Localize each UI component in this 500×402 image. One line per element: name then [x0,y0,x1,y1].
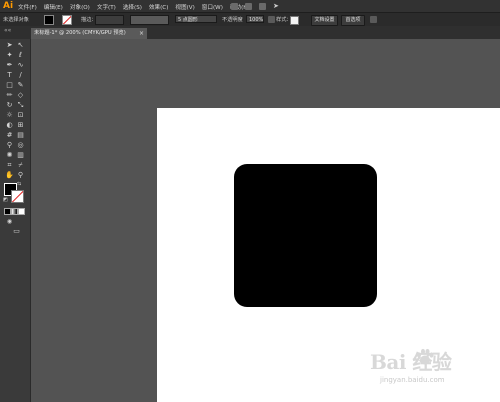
free-transform-tool-icon[interactable]: ⊡ [16,111,25,120]
gradient-mode-icon[interactable] [11,208,18,215]
align-icon[interactable] [370,16,377,23]
rectangle-tool-icon[interactable]: □ [5,81,14,90]
zoom-tool-icon[interactable]: ⚲ [16,171,25,180]
perspective-grid-tool-icon[interactable]: ⊞ [16,121,25,130]
menu-file[interactable]: 文件(F) [18,3,37,11]
opacity-field[interactable]: 100% [246,15,264,23]
column-graph-tool-icon[interactable]: ▥ [16,151,25,160]
rounded-rectangle-shape[interactable] [234,164,377,307]
scale-tool-icon[interactable]: ⤡ [16,101,25,110]
eyedropper-tool-icon[interactable]: ⚲ [5,141,14,150]
warp-tool-icon[interactable]: ☼ [5,111,14,120]
swap-fill-stroke-icon[interactable]: ⇆ [17,181,21,187]
type-tool-icon[interactable]: T [5,71,14,80]
paw-logo [417,348,434,365]
fill-color-swatch[interactable] [44,15,54,25]
color-mode-icon[interactable] [4,208,11,215]
document-setup-button[interactable]: 文档设置 [311,15,338,26]
grid-icon[interactable] [259,2,266,10]
menu-bar: Ai 文件(F) 编辑(E) 对象(O) 文字(T) 选择(S) 效果(C) 视… [0,0,500,12]
watermark: Bai 经验 jingyan.baidu.com [370,346,495,396]
draw-normal-icon[interactable]: ◉ [5,217,14,226]
selection-tool-icon[interactable]: ➤ [5,41,14,50]
pencil-tool-icon[interactable]: ✏ [5,91,14,100]
watermark-text: Bai 经验 [370,350,452,374]
bridge-icon[interactable] [231,2,238,10]
menu-view[interactable]: 视图(V) [175,3,194,11]
menu-edit[interactable]: 编辑(E) [44,3,63,11]
symbol-sprayer-tool-icon[interactable]: ✺ [5,151,14,160]
document-tab-row: «« 未标题-1* @ 200% (CMYK/GPU 预览) × [0,26,500,39]
direct-selection-tool-icon[interactable]: ↖ [16,41,25,50]
artboard-tool-icon[interactable]: ⌗ [5,161,14,170]
blend-tool-icon[interactable]: ◎ [16,141,25,150]
mesh-tool-icon[interactable]: # [5,131,14,140]
none-mode-icon[interactable] [18,208,25,215]
app-logo: Ai [3,1,14,11]
lasso-tool-icon[interactable]: ℓ [16,51,25,60]
rotate-tool-icon[interactable]: ↻ [5,101,14,110]
collapse-panels-icon[interactable]: «« [4,27,11,34]
arrange-documents-icon[interactable] [245,2,252,10]
variable-width-profile[interactable] [130,15,169,25]
tools-panel: ➤ ↖ ✦ ℓ ✒ ∿ T / □ ✎ ✏ ◇ ↻ ⤡ ☼ ⊡ ◐ ⊞ # ▤ … [0,39,31,402]
magic-wand-tool-icon[interactable]: ✦ [5,51,14,60]
screen-mode-icon[interactable]: ▭ [12,227,21,236]
menu-items: 文件(F) 编辑(E) 对象(O) 文字(T) 选择(S) 效果(C) 视图(V… [18,3,250,11]
close-icon[interactable]: × [139,28,144,39]
opacity-arrow-icon[interactable] [268,16,275,23]
stroke-weight-field[interactable] [95,15,124,25]
menu-select[interactable]: 选择(S) [123,3,142,11]
default-colors-icon[interactable]: ◩ [3,197,8,203]
curvature-tool-icon[interactable]: ∿ [16,61,25,70]
control-bar: 未选择对象 描边： 5 点圆形 不透明度 100% 样式： 文档设置 首选项 [0,12,500,27]
eraser-tool-icon[interactable]: ◇ [16,91,25,100]
graphic-style-swatch[interactable] [290,16,299,25]
stroke-color-swatch[interactable] [62,15,72,25]
opacity-label: 不透明度 [222,17,243,23]
document-tab-title: 未标题-1* @ 200% (CMYK/GPU 预览) [34,30,126,36]
menu-extras: ➤ [231,2,279,10]
slice-tool-icon[interactable]: ⌿ [16,161,25,170]
shape-builder-tool-icon[interactable]: ◐ [5,121,14,130]
selection-status: 未选择对象 [3,17,29,23]
menu-type[interactable]: 文字(T) [97,3,116,11]
preferences-button[interactable]: 首选项 [341,15,365,26]
gradient-tool-icon[interactable]: ▤ [16,131,25,140]
menu-effect[interactable]: 效果(C) [149,3,168,11]
pen-tool-icon[interactable]: ✒ [5,61,14,70]
menu-object[interactable]: 对象(O) [70,3,90,11]
hand-tool-icon[interactable]: ✋ [5,171,14,180]
paintbrush-tool-icon[interactable]: ✎ [16,81,25,90]
document-tab[interactable]: 未标题-1* @ 200% (CMYK/GPU 预览) × [31,28,147,39]
menu-window[interactable]: 窗口(W) [202,3,223,11]
line-tool-icon[interactable]: / [16,71,25,80]
stroke-swatch[interactable] [11,190,24,203]
watermark-url: jingyan.baidu.com [380,376,445,384]
brush-definition-dropdown[interactable]: 5 点圆形 [175,15,217,23]
send-icon[interactable]: ➤ [273,2,279,10]
